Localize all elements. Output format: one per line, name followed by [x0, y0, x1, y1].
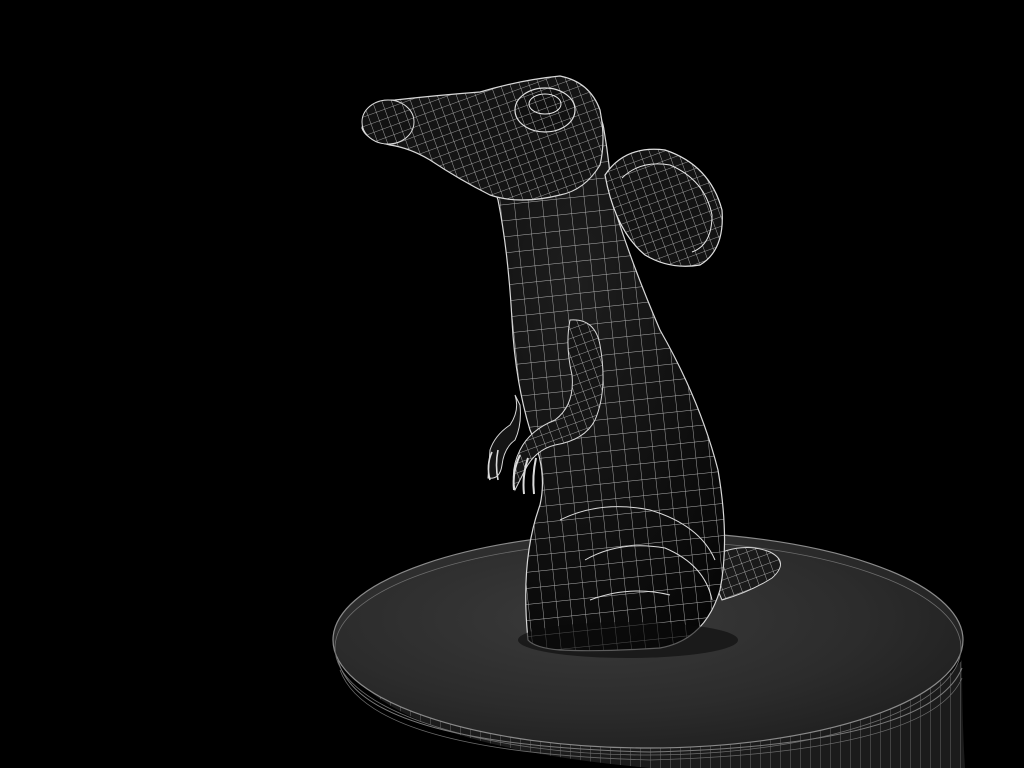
contact-shadow — [518, 622, 738, 658]
wireframe-scene — [332, 75, 965, 768]
render-viewport — [0, 0, 1024, 768]
